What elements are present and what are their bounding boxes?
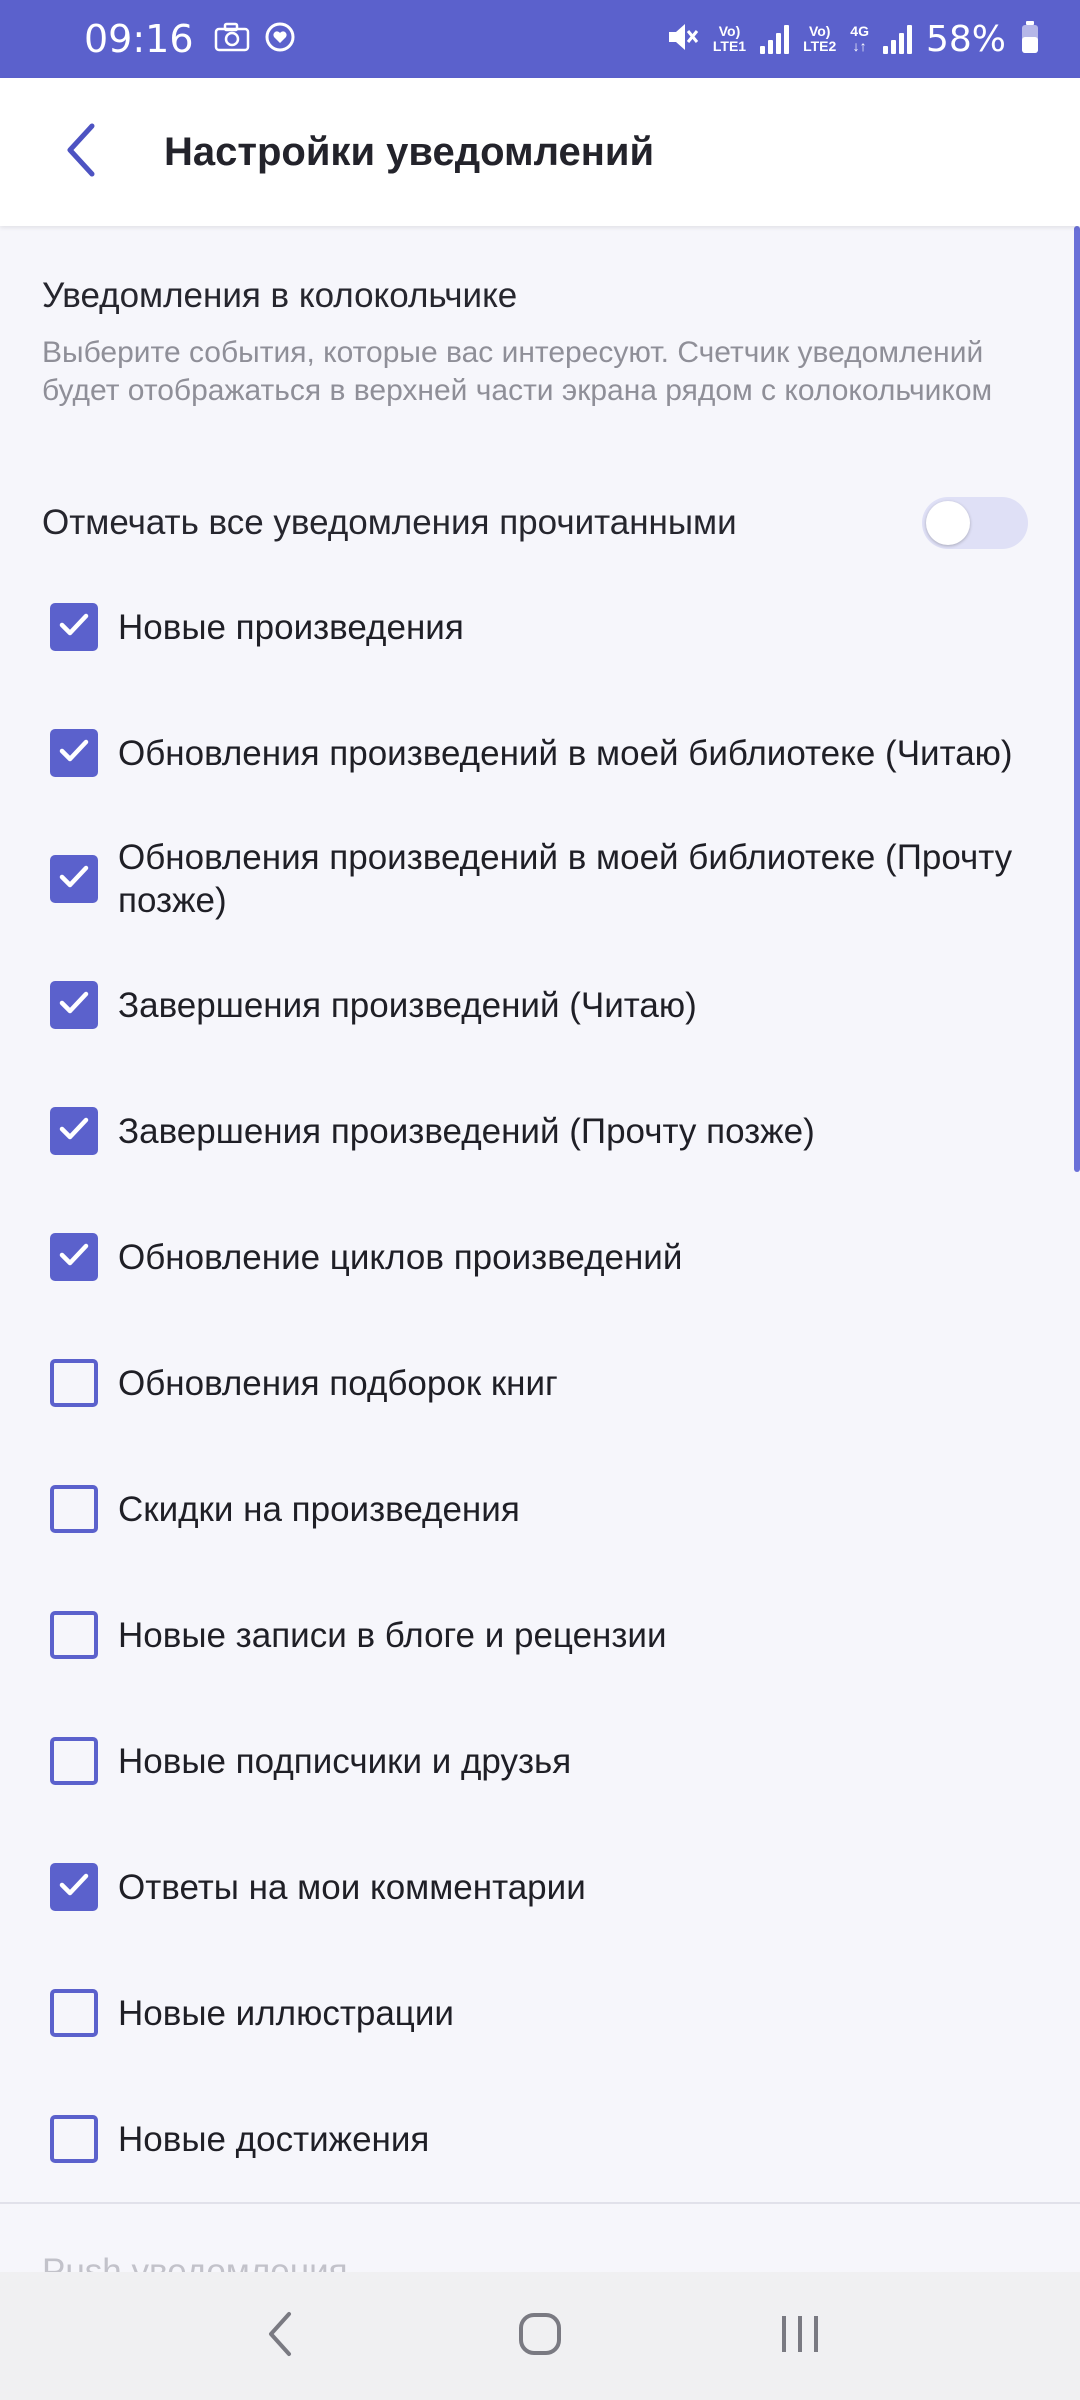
mute-icon <box>665 20 699 59</box>
checkbox-checked[interactable] <box>50 1863 98 1911</box>
notification-option-row[interactable]: Новые подписчики и друзья <box>0 1698 1080 1824</box>
notification-option-label: Ответы на мои комментарии <box>118 1867 586 1907</box>
checkbox-unchecked[interactable] <box>50 1989 98 2037</box>
checkmark-icon <box>56 1111 92 1152</box>
battery-percent: 58% <box>925 18 1006 60</box>
page-title: Настройки уведомлений <box>164 129 655 174</box>
notification-option-row[interactable]: Новые произведения <box>0 564 1080 690</box>
toggle-knob <box>926 501 970 545</box>
checkmark-icon <box>56 607 92 648</box>
divider <box>0 2202 1080 2204</box>
checkbox-checked[interactable] <box>50 1233 98 1281</box>
nav-back-button[interactable] <box>235 2291 325 2381</box>
status-bar: 09:16 Vo) LTE1 Vo) LTE2 4G ↓↑ 58% <box>0 0 1080 78</box>
app-bar: Настройки уведомлений <box>0 78 1080 226</box>
notification-option-label: Обновления произведений в моей библиотек… <box>118 838 1013 920</box>
notification-option-label: Завершения произведений (Читаю) <box>118 985 697 1025</box>
back-button[interactable] <box>42 112 122 192</box>
status-time: 09:16 <box>84 17 194 61</box>
checkmark-icon <box>56 985 92 1026</box>
checkmark-icon <box>56 1867 92 1908</box>
checkbox-unchecked[interactable] <box>50 1485 98 1533</box>
settings-content[interactable]: Уведомления в колокольчике Выберите собы… <box>0 226 1080 2272</box>
checkbox-checked[interactable] <box>50 1107 98 1155</box>
notification-option-row[interactable]: Скидки на произведения <box>0 1446 1080 1572</box>
notification-option-row[interactable]: Обновления произведений в моей библиотек… <box>0 690 1080 816</box>
notification-option-label: Новые произведения <box>118 607 464 647</box>
notification-option-row[interactable]: Обновления произведений в моей библиотек… <box>0 816 1080 942</box>
checkbox-checked[interactable] <box>50 729 98 777</box>
notification-option-label: Обновление циклов произведений <box>118 1237 683 1277</box>
arrow-back-icon <box>62 120 102 185</box>
sim2-signal-icon <box>882 24 912 54</box>
mark-all-read-row[interactable]: Отмечать все уведомления прочитанными <box>42 488 1028 558</box>
notification-option-label: Новые иллюстрации <box>118 1993 454 2033</box>
notification-option-label: Обновления произведений в моей библиотек… <box>118 733 1013 773</box>
notification-option-row[interactable]: Новые достижения <box>0 2076 1080 2202</box>
checkbox-checked[interactable] <box>50 981 98 1029</box>
notification-option-label: Новые достижения <box>118 2119 430 2159</box>
checkmark-icon <box>56 859 92 900</box>
notification-option-row[interactable]: Новые иллюстрации <box>0 1950 1080 2076</box>
camera-icon <box>214 22 250 57</box>
mark-all-read-label: Отмечать все уведомления прочитанными <box>42 503 737 542</box>
sim1-signal-icon <box>760 24 790 54</box>
nav-recents-icon <box>778 2312 822 2361</box>
notification-option-label: Обновления подборок книг <box>118 1363 558 1403</box>
notification-option-row[interactable]: Обновления подборок книг <box>0 1320 1080 1446</box>
checkmark-icon <box>56 733 92 774</box>
push-section-title: Push уведомления <box>42 2252 348 2272</box>
notification-option-row[interactable]: Новые записи в блоге и рецензии <box>0 1572 1080 1698</box>
mark-all-read-toggle[interactable] <box>922 497 1028 549</box>
heart-sync-icon <box>264 21 296 58</box>
notification-option-label: Новые подписчики и друзья <box>118 1741 572 1781</box>
battery-icon <box>1020 20 1040 59</box>
checkbox-checked[interactable] <box>50 603 98 651</box>
checkmark-icon <box>56 1237 92 1278</box>
checkbox-unchecked[interactable] <box>50 1611 98 1659</box>
nav-recents-button[interactable] <box>755 2291 845 2381</box>
notification-option-row[interactable]: Завершения произведений (Читаю) <box>0 942 1080 1068</box>
system-nav-bar <box>0 2272 1080 2400</box>
checkbox-unchecked[interactable] <box>50 2115 98 2163</box>
sim1-volte-label: Vo) LTE1 <box>712 23 747 54</box>
nav-home-icon <box>517 2311 563 2362</box>
notification-option-label: Завершения произведений (Прочту позже) <box>118 1111 815 1151</box>
nav-back-icon <box>265 2310 295 2363</box>
notification-option-row[interactable]: Ответы на мои комментарии <box>0 1824 1080 1950</box>
network-type-label: 4G ↓↑ <box>850 23 869 54</box>
checkbox-unchecked[interactable] <box>50 1737 98 1785</box>
notification-options-list: Новые произведения Обновления произведени… <box>0 564 1080 2202</box>
section-description: Выберите события, которые вас интересуют… <box>42 336 993 407</box>
notification-option-label: Новые записи в блоге и рецензии <box>118 1615 667 1655</box>
checkbox-unchecked[interactable] <box>50 1359 98 1407</box>
sim2-volte-label: Vo) LTE2 <box>803 23 837 54</box>
checkbox-checked[interactable] <box>50 855 98 903</box>
nav-home-button[interactable] <box>495 2291 585 2381</box>
notification-option-row[interactable]: Обновление циклов произведений <box>0 1194 1080 1320</box>
notification-option-label: Скидки на произведения <box>118 1489 520 1529</box>
section-title: Уведомления в колокольчике <box>42 276 518 315</box>
notification-option-row[interactable]: Завершения произведений (Прочту позже) <box>0 1068 1080 1194</box>
